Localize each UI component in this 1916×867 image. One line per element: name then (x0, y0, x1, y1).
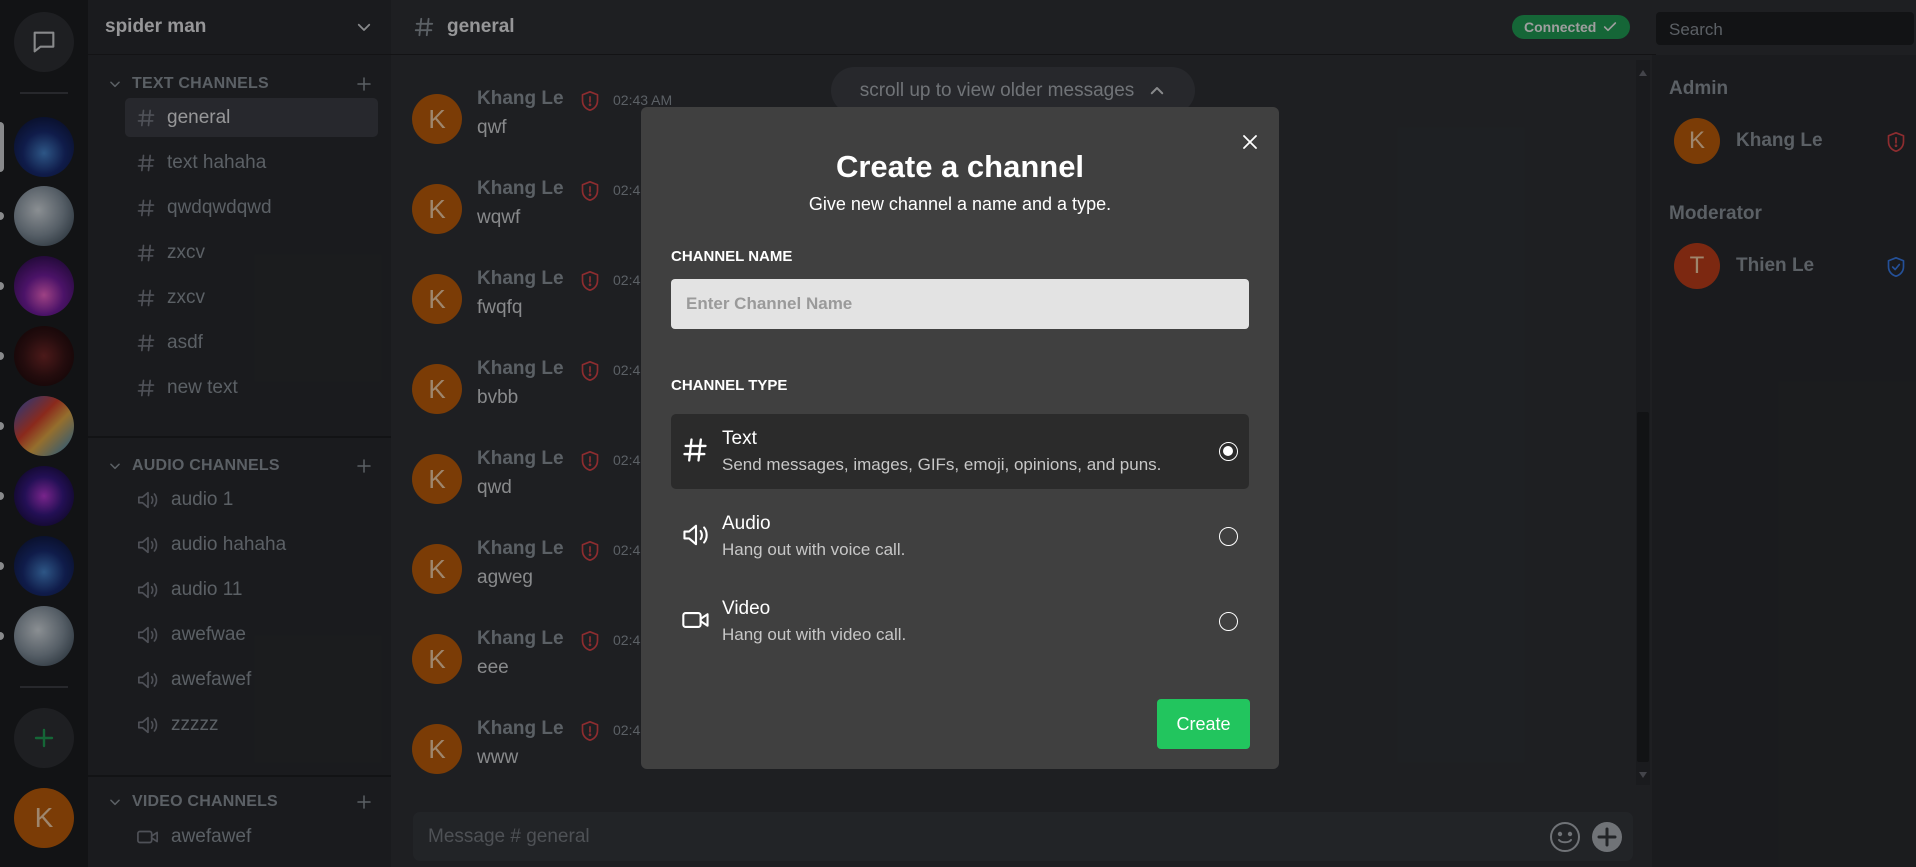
channel-type-description: Hang out with voice call. (722, 540, 906, 559)
channel-type-video-option[interactable]: Video Hang out with video call. (671, 584, 1249, 659)
channel-type-name: Text (722, 428, 757, 449)
radio-button[interactable] (1219, 527, 1238, 546)
channel-type-label: CHANNEL TYPE (671, 377, 788, 394)
create-channel-modal: Create a channel Give new channel a name… (641, 107, 1279, 769)
close-icon (1243, 135, 1257, 149)
speaker-icon (683, 524, 708, 546)
channel-type-description: Hang out with video call. (722, 625, 907, 644)
channel-type-description: Send messages, images, GIFs, emoji, opin… (722, 455, 1162, 474)
hash-icon (683, 438, 707, 462)
video-camera-icon (682, 612, 709, 628)
channel-name-input[interactable] (671, 279, 1249, 329)
channel-type-audio-option[interactable]: Audio Hang out with voice call. (671, 499, 1249, 574)
channel-type-name: Audio (722, 513, 771, 534)
channel-type-text-option[interactable]: Text Send messages, images, GIFs, emoji,… (671, 414, 1249, 489)
modal-subtitle: Give new channel a name and a type. (808, 194, 1112, 214)
channel-type-name: Video (722, 598, 771, 619)
radio-button[interactable] (1219, 612, 1238, 631)
create-button[interactable]: Create (1157, 699, 1250, 749)
modal-title: Create a channel (835, 149, 1085, 184)
channel-name-label: CHANNEL NAME (671, 248, 793, 265)
radio-button[interactable] (1219, 442, 1238, 461)
